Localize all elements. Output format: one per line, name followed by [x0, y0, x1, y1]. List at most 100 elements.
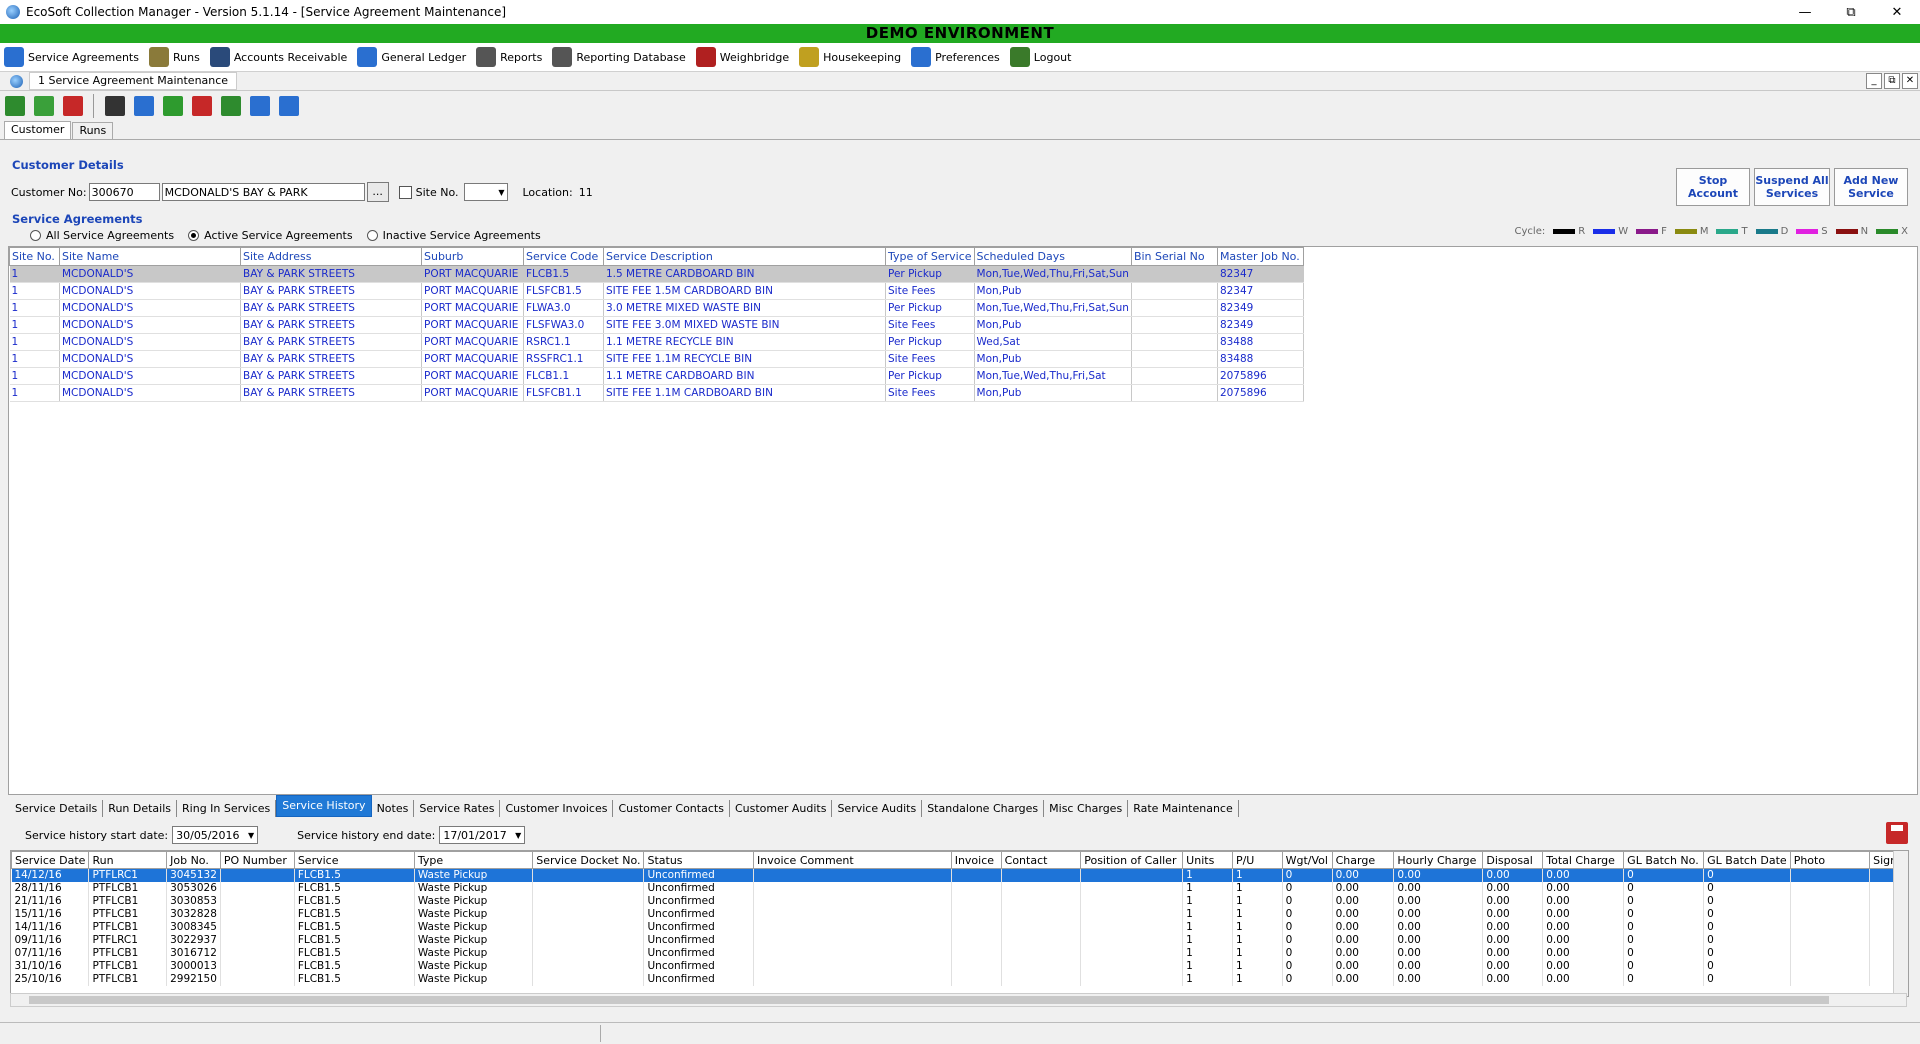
- column-header-po-number[interactable]: PO Number: [219, 851, 295, 869]
- menu-housekeeping[interactable]: Housekeeping: [799, 47, 901, 67]
- table-row[interactable]: 14/12/16 PTFLRC1 3045132 FLCB1.5 Waste Picku…: [11, 868, 1908, 882]
- screen-button[interactable]: [276, 93, 302, 119]
- find-button[interactable]: [102, 93, 128, 119]
- column-header-invoice[interactable]: Invoice: [950, 851, 1002, 869]
- customer-browse-button[interactable]: ...: [366, 182, 389, 202]
- table-row[interactable]: 1 MCDONALD'S BAY & PARK STREETS PORT MACQUA…: [9, 333, 1304, 351]
- column-header-gl-batch-no[interactable]: GL Batch No.: [1623, 851, 1705, 869]
- column-header-invoice-comment[interactable]: Invoice Comment: [753, 851, 952, 869]
- radio-button[interactable]: [30, 230, 41, 241]
- suspend-all-services-button[interactable]: Suspend All Services: [1754, 168, 1830, 206]
- history-end-date-picker[interactable]: 17/01/2017 ▼: [439, 826, 526, 844]
- column-header-photo[interactable]: Photo: [1789, 851, 1871, 869]
- tab-service-history[interactable]: Service History: [276, 795, 372, 817]
- close-icon[interactable]: ✕: [1874, 0, 1920, 24]
- column-header-disposal[interactable]: Disposal: [1482, 851, 1544, 869]
- column-header-service-code[interactable]: Service Code: [523, 247, 604, 266]
- column-header-units[interactable]: Units: [1182, 851, 1233, 869]
- tab-standalone-charges[interactable]: Standalone Charges: [922, 800, 1045, 817]
- filter-inactive-service-agreements[interactable]: Inactive Service Agreements: [366, 229, 541, 242]
- mdi-restore-icon[interactable]: ⧉: [1884, 73, 1900, 89]
- column-header-type[interactable]: Type: [413, 851, 534, 869]
- add-customer-button[interactable]: [2, 93, 28, 119]
- column-header-scheduled-days[interactable]: Scheduled Days: [973, 247, 1132, 266]
- table-row[interactable]: 31/10/16 PTFLCB1 3000013 FLCB1.5 Waste Picku…: [11, 960, 1908, 973]
- delete-button[interactable]: [60, 93, 86, 119]
- menu-accounts-receivable[interactable]: Accounts Receivable: [209, 47, 347, 67]
- tab-service-audits[interactable]: Service Audits: [832, 800, 923, 817]
- column-header-p-u[interactable]: P/U: [1231, 851, 1283, 869]
- tab-customer-invoices[interactable]: Customer Invoices: [500, 800, 614, 817]
- tab-customer-audits[interactable]: Customer Audits: [730, 800, 833, 817]
- table-row[interactable]: 1 MCDONALD'S BAY & PARK STREETS PORT MACQUA…: [9, 384, 1304, 402]
- history-vertical-scrollbar[interactable]: [1893, 851, 1908, 996]
- tab-ring-in-services[interactable]: Ring In Services: [177, 800, 277, 817]
- table-row[interactable]: 21/11/16 PTFLCB1 3030853 FLCB1.5 Waste Picku…: [11, 895, 1908, 908]
- table-row[interactable]: 25/10/16 PTFLCB1 2992150 FLCB1.5 Waste Picku…: [11, 973, 1908, 986]
- column-header-gl-batch-date[interactable]: GL Batch Date: [1703, 851, 1791, 869]
- column-header-contact[interactable]: Contact: [1000, 851, 1082, 869]
- menu-preferences[interactable]: Preferences: [911, 47, 1000, 67]
- column-header-master-job-no[interactable]: Master Job No.: [1216, 247, 1304, 266]
- column-header-charge[interactable]: Charge: [1331, 851, 1395, 869]
- menu-runs[interactable]: Runs: [148, 47, 200, 67]
- column-header-site-no[interactable]: Site No.: [9, 247, 60, 266]
- tab-service-details[interactable]: Service Details: [10, 800, 104, 817]
- tab-misc-charges[interactable]: Misc Charges: [1044, 800, 1129, 817]
- menu-reports[interactable]: Reports: [476, 47, 542, 67]
- menu-service-agreements[interactable]: Service Agreements: [4, 47, 139, 67]
- table-row[interactable]: 15/11/16 PTFLCB1 3032828 FLCB1.5 Waste Picku…: [11, 908, 1908, 921]
- table-row[interactable]: 14/11/16 PTFLCB1 3008345 FLCB1.5 Waste Picku…: [11, 921, 1908, 934]
- column-header-site-name[interactable]: Site Name: [59, 247, 241, 266]
- table-row[interactable]: 1 MCDONALD'S BAY & PARK STREETS PORT MACQUA…: [9, 265, 1304, 283]
- table-row[interactable]: 1 MCDONALD'S BAY & PARK STREETS PORT MACQUA…: [9, 282, 1304, 300]
- column-header-service[interactable]: Service: [293, 851, 415, 869]
- mdi-tab-service-agreement[interactable]: 1 Service Agreement Maintenance: [29, 72, 238, 90]
- column-header-wgt-vol[interactable]: Wgt/Vol: [1281, 851, 1333, 869]
- table-row[interactable]: 07/11/16 PTFLCB1 3016712 FLCB1.5 Waste Picku…: [11, 947, 1908, 960]
- column-header-status[interactable]: Status: [643, 851, 754, 869]
- menu-reporting-database[interactable]: Reporting Database: [552, 47, 686, 67]
- column-header-run[interactable]: Run: [88, 851, 168, 869]
- column-header-service-docket-no[interactable]: Service Docket No.: [532, 851, 645, 869]
- table-row[interactable]: 1 MCDONALD'S BAY & PARK STREETS PORT MACQUA…: [9, 316, 1304, 334]
- restore-icon[interactable]: ⧉: [1828, 0, 1874, 24]
- radio-button[interactable]: [366, 230, 378, 241]
- column-header-suburb[interactable]: Suburb: [421, 247, 524, 266]
- filter-all-service-agreements[interactable]: All Service Agreements: [30, 229, 174, 242]
- column-header-service-date[interactable]: Service Date: [11, 851, 90, 869]
- menu-weighbridge[interactable]: Weighbridge: [695, 47, 789, 67]
- table-row[interactable]: 28/11/16 PTFLCB1 3053026 FLCB1.5 Waste Picku…: [11, 882, 1908, 895]
- radio-button[interactable]: [188, 230, 200, 241]
- export-button[interactable]: [247, 93, 273, 119]
- approve-button[interactable]: [31, 93, 57, 119]
- column-header-position-of-caller[interactable]: Position of Caller: [1080, 851, 1184, 869]
- mdi-minimize-icon[interactable]: _: [1866, 73, 1882, 89]
- add-new-service-button[interactable]: Add New Service: [1834, 168, 1908, 206]
- column-header-bin-serial-no[interactable]: Bin Serial No: [1130, 247, 1218, 266]
- save-button[interactable]: [189, 93, 215, 119]
- edit-button[interactable]: [218, 93, 244, 119]
- history-horizontal-scrollbar[interactable]: [10, 993, 1907, 1007]
- table-row[interactable]: 09/11/16 PTFLRC1 3022937 FLCB1.5 Waste Picku…: [11, 934, 1908, 947]
- history-start-date-picker[interactable]: 30/05/2016 ▼: [172, 826, 259, 844]
- column-header-service-description[interactable]: Service Description: [603, 247, 886, 266]
- table-row[interactable]: 1 MCDONALD'S BAY & PARK STREETS PORT MACQUA…: [9, 367, 1304, 385]
- column-header-site-address[interactable]: Site Address: [240, 247, 422, 266]
- save-history-icon[interactable]: [1886, 822, 1908, 844]
- column-header-hourly-charge[interactable]: Hourly Charge: [1393, 851, 1484, 869]
- column-header-type-of-service[interactable]: Type of Service: [885, 247, 975, 266]
- column-header-job-no[interactable]: Job No.: [166, 851, 221, 869]
- search-records-button[interactable]: [131, 93, 157, 119]
- stop-account-button[interactable]: Stop Account: [1676, 168, 1750, 206]
- customer-no-input[interactable]: 300670: [88, 183, 160, 201]
- customer-name-input[interactable]: MCDONALD'S BAY & PARK: [161, 183, 365, 201]
- tab-customer[interactable]: Customer: [4, 121, 72, 139]
- table-row[interactable]: 1 MCDONALD'S BAY & PARK STREETS PORT MACQUA…: [9, 350, 1304, 368]
- mdi-close-icon[interactable]: ✕: [1902, 73, 1918, 89]
- tab-notes[interactable]: Notes: [372, 800, 415, 817]
- tab-run-details[interactable]: Run Details: [103, 800, 178, 817]
- site-no-checkbox[interactable]: [398, 185, 412, 199]
- tab-runs[interactable]: Runs: [72, 122, 114, 139]
- tab-rate-maintenance[interactable]: Rate Maintenance: [1128, 800, 1239, 817]
